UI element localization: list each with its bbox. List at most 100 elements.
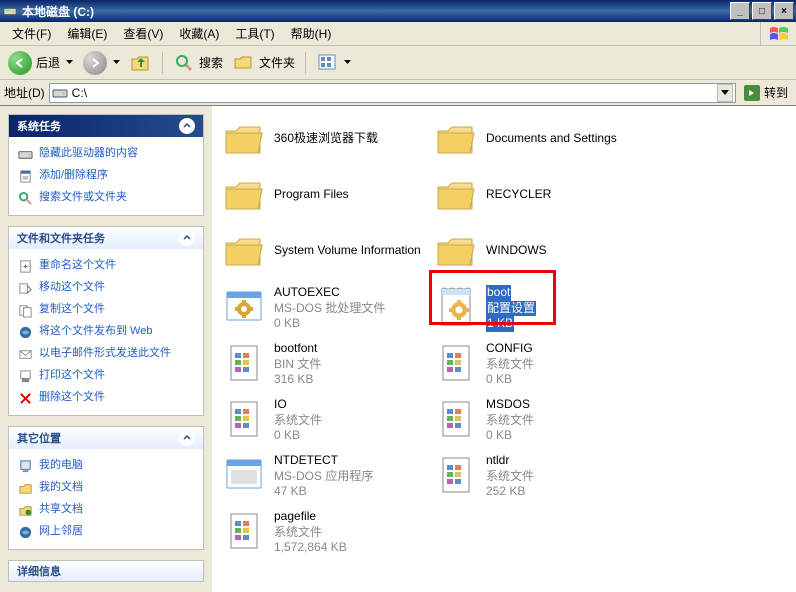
file-item[interactable]: NTDETECTMS-DOS 应用程序47 KB xyxy=(216,450,428,506)
file-item[interactable]: 360极速浏览器下载 xyxy=(216,114,428,170)
sidebar: 系统任务 隐藏此驱动器的内容添加/删除程序搜索文件或文件夹 文件和文件夹任务 重… xyxy=(0,106,212,592)
file-item[interactable]: RECYCLER xyxy=(428,170,640,226)
file-list[interactable]: 360极速浏览器下载 Documents and Settings Program … xyxy=(212,106,796,592)
task-link[interactable]: 网上邻居 xyxy=(17,521,195,543)
search-label: 搜索 xyxy=(199,54,223,71)
file-name: AUTOEXEC xyxy=(274,285,422,301)
panel-header-system-tasks[interactable]: 系统任务 xyxy=(9,115,203,137)
menu-favorites[interactable]: 收藏(A) xyxy=(171,23,227,44)
file-type: 系统文件 xyxy=(486,357,634,373)
folder-icon xyxy=(222,229,266,273)
search-icon xyxy=(173,52,195,74)
file-type: 系统文件 xyxy=(274,413,422,429)
folder-up-icon xyxy=(130,52,152,74)
task-link[interactable]: 搜索文件或文件夹 xyxy=(17,187,195,209)
task-link[interactable]: 以电子邮件形式发送此文件 xyxy=(17,343,195,365)
dropdown-icon xyxy=(113,59,120,66)
panel-header-file-tasks[interactable]: 文件和文件夹任务 xyxy=(9,227,203,249)
dropdown-icon xyxy=(344,59,351,66)
task-label: 我的电脑 xyxy=(39,459,83,472)
task-icon xyxy=(17,368,33,384)
folder-icon xyxy=(434,229,478,273)
go-arrow-icon xyxy=(744,85,760,101)
go-label: 转到 xyxy=(764,84,788,101)
file-item[interactable]: WINDOWS xyxy=(428,226,640,282)
task-icon xyxy=(17,390,33,406)
task-label: 网上邻居 xyxy=(39,525,83,538)
task-icon xyxy=(17,502,33,518)
file-type: MS-DOS 应用程序 xyxy=(274,469,422,485)
file-icon xyxy=(222,509,266,553)
task-label: 共享文档 xyxy=(39,503,83,516)
minimize-button[interactable]: _ xyxy=(730,2,750,20)
window-title: 本地磁盘 (C:) xyxy=(22,3,730,20)
file-item[interactable]: AUTOEXECMS-DOS 批处理文件0 KB xyxy=(216,282,428,338)
menu-edit[interactable]: 编辑(E) xyxy=(59,23,115,44)
back-label: 后退 xyxy=(36,54,60,71)
file-item[interactable]: Program Files xyxy=(216,170,428,226)
file-item[interactable]: ntldr系统文件252 KB xyxy=(428,450,640,506)
task-icon xyxy=(17,524,33,540)
file-item[interactable]: CONFIG系统文件0 KB xyxy=(428,338,640,394)
menu-bar: 文件(F) 编辑(E) 查看(V) 收藏(A) 工具(T) 帮助(H) xyxy=(0,22,796,46)
task-link[interactable]: 复制这个文件 xyxy=(17,299,195,321)
toolbar: 后退 搜索 文件夹 xyxy=(0,46,796,80)
file-size: 0 KB xyxy=(486,372,634,388)
maximize-button[interactable]: □ xyxy=(752,2,772,20)
forward-button[interactable] xyxy=(79,49,124,77)
file-name: IO xyxy=(274,397,422,413)
address-path: C:\ xyxy=(72,86,717,100)
panel-header-other-places[interactable]: 其它位置 xyxy=(9,427,203,449)
file-size: 47 KB xyxy=(274,484,422,500)
go-button[interactable]: 转到 xyxy=(740,83,792,103)
task-link[interactable]: 删除这个文件 xyxy=(17,387,195,409)
file-item[interactable]: boot配置设置1 KB xyxy=(428,282,640,338)
views-button[interactable] xyxy=(312,49,355,77)
task-label: 打印这个文件 xyxy=(39,369,105,382)
close-button[interactable]: × xyxy=(774,2,794,20)
menu-tools[interactable]: 工具(T) xyxy=(227,23,282,44)
file-name: WINDOWS xyxy=(486,243,634,259)
task-link[interactable]: 重命名这个文件 xyxy=(17,255,195,277)
file-item[interactable]: Documents and Settings xyxy=(428,114,640,170)
task-label: 删除这个文件 xyxy=(39,391,105,404)
up-button[interactable] xyxy=(126,49,156,77)
collapse-icon xyxy=(179,230,195,246)
menu-help[interactable]: 帮助(H) xyxy=(283,23,340,44)
folder-icon xyxy=(434,117,478,161)
file-icon xyxy=(222,341,266,385)
file-icon xyxy=(222,285,266,329)
task-link[interactable]: 将这个文件发布到 Web xyxy=(17,321,195,343)
file-size: 0 KB xyxy=(274,316,422,332)
file-item[interactable]: bootfontBIN 文件316 KB xyxy=(216,338,428,394)
file-name: Program Files xyxy=(274,187,422,203)
search-button[interactable]: 搜索 xyxy=(169,49,227,77)
file-item[interactable]: IO系统文件0 KB xyxy=(216,394,428,450)
menu-view[interactable]: 查看(V) xyxy=(115,23,171,44)
task-label: 移动这个文件 xyxy=(39,281,105,294)
task-label: 复制这个文件 xyxy=(39,303,105,316)
folders-button[interactable]: 文件夹 xyxy=(229,49,299,77)
task-link[interactable]: 隐藏此驱动器的内容 xyxy=(17,143,195,165)
file-item[interactable]: pagefile系统文件1,572,864 KB xyxy=(216,506,428,562)
file-icon xyxy=(222,453,266,497)
task-link[interactable]: 移动这个文件 xyxy=(17,277,195,299)
file-name: boot xyxy=(486,285,511,301)
file-item[interactable]: MSDOS系统文件0 KB xyxy=(428,394,640,450)
task-icon xyxy=(17,168,33,184)
task-link[interactable]: 共享文档 xyxy=(17,499,195,521)
address-dropdown-icon[interactable] xyxy=(717,84,733,102)
address-label: 地址(D) xyxy=(4,84,45,101)
file-item[interactable]: System Volume Information xyxy=(216,226,428,282)
address-combo[interactable]: C:\ xyxy=(49,83,736,103)
task-link[interactable]: 打印这个文件 xyxy=(17,365,195,387)
panel-header-details[interactable]: 详细信息 xyxy=(8,560,204,582)
task-link[interactable]: 我的文档 xyxy=(17,477,195,499)
task-link[interactable]: 我的电脑 xyxy=(17,455,195,477)
file-size: 1,572,864 KB xyxy=(274,540,422,556)
back-button[interactable]: 后退 xyxy=(4,49,77,77)
menu-file[interactable]: 文件(F) xyxy=(4,23,59,44)
task-link[interactable]: 添加/删除程序 xyxy=(17,165,195,187)
task-icon xyxy=(17,302,33,318)
file-name: Documents and Settings xyxy=(486,131,634,147)
